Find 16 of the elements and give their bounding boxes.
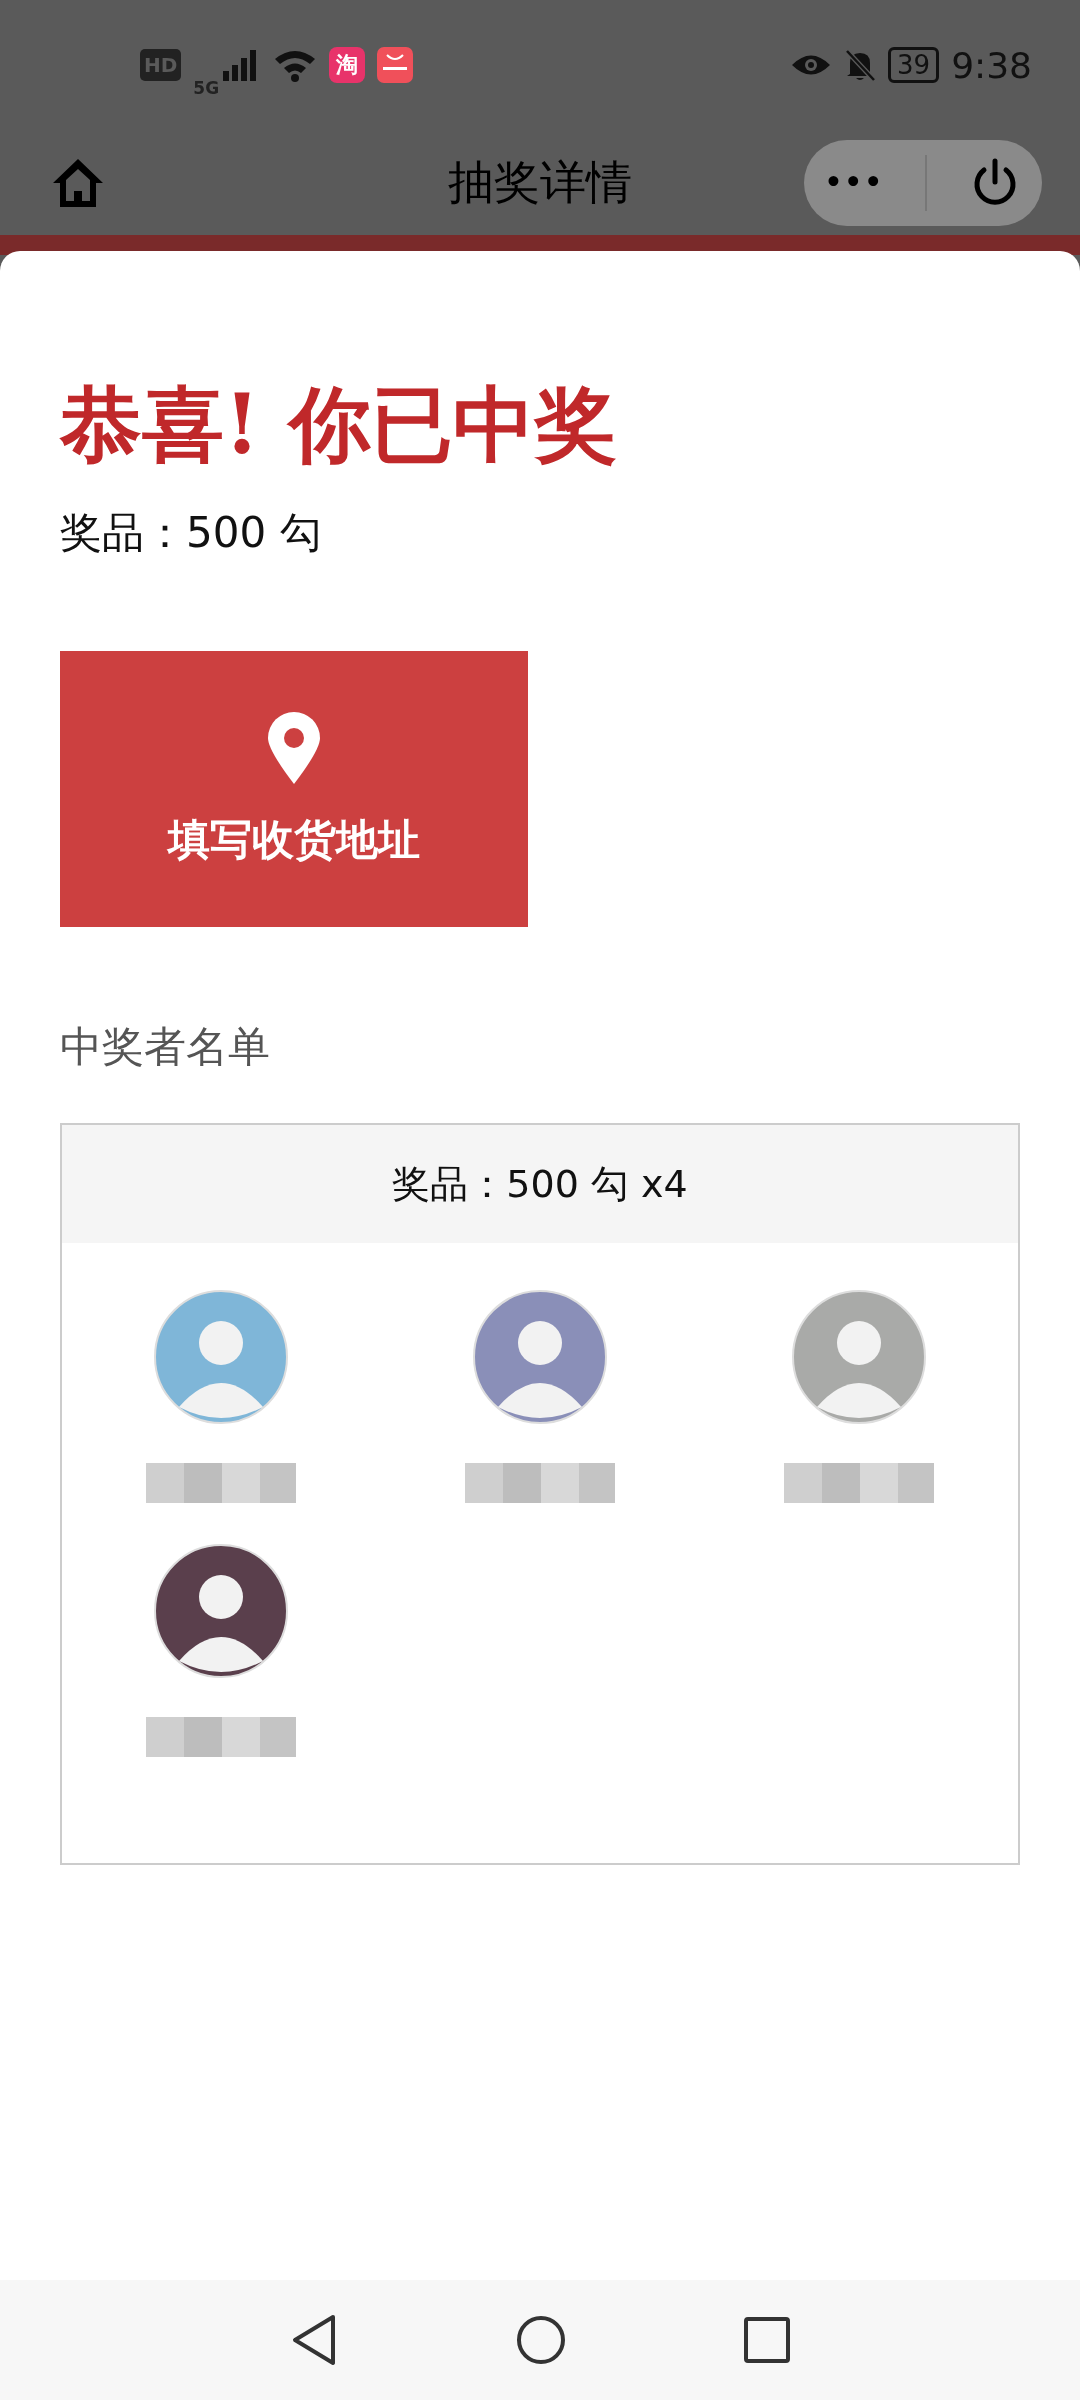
app-icon <box>377 47 414 83</box>
home-circle-icon[interactable] <box>515 2314 567 2366</box>
win-headline: 恭喜! 你已中奖 <box>60 379 617 470</box>
app-icon: 淘 <box>329 47 366 83</box>
clock-time: 9:38 <box>951 44 1032 86</box>
battery-indicator: 39 <box>888 47 940 83</box>
winners-heading: 中奖者名单 <box>60 1021 270 1074</box>
prize-text: 奖品：500 勾 <box>60 507 322 560</box>
prize-header: 奖品：500 勾 x4 <box>62 1125 1018 1244</box>
muted-bell-icon <box>844 48 877 82</box>
address-button[interactable]: 填写收货地址 <box>60 651 528 928</box>
recents-icon[interactable] <box>743 2316 791 2364</box>
hd-indicator: HD <box>140 49 182 81</box>
page-title: 抽奖详情 <box>448 153 632 211</box>
more-button[interactable]: ••• <box>824 166 885 199</box>
network-label: 5G <box>193 78 220 98</box>
